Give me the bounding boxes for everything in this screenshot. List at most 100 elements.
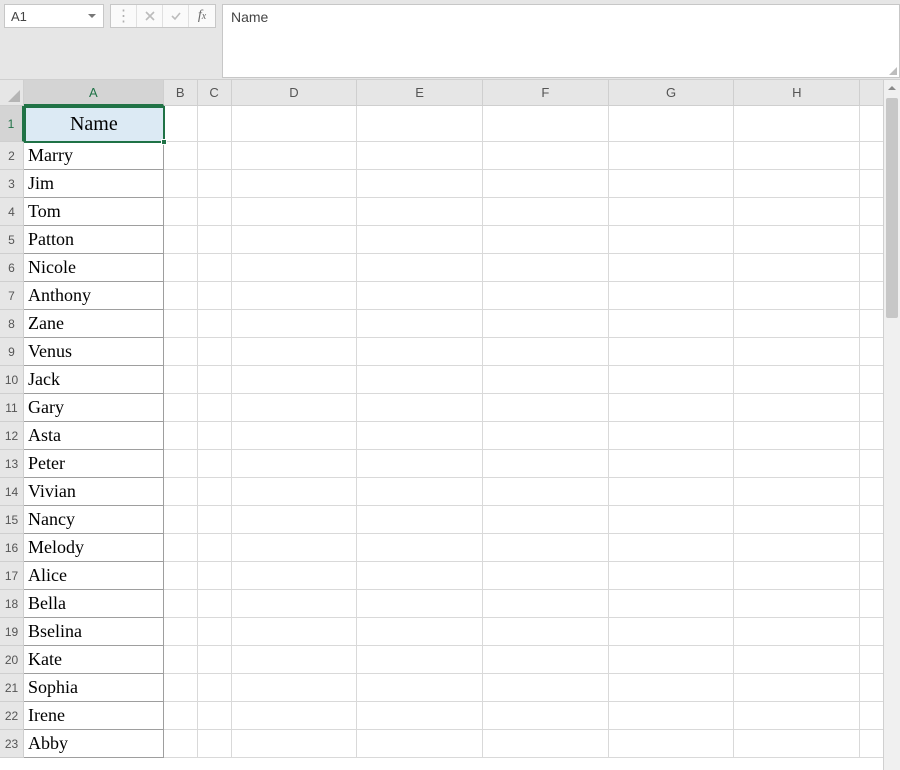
cell-B8[interactable] (164, 310, 198, 338)
cell-B2[interactable] (164, 142, 198, 170)
cell-D17[interactable] (232, 562, 358, 590)
row-header-1[interactable]: 1 (0, 106, 24, 142)
cell-A11[interactable]: Gary (24, 394, 164, 422)
cell-B16[interactable] (164, 534, 198, 562)
cell-A21[interactable]: Sophia (24, 674, 164, 702)
cell-C18[interactable] (198, 590, 232, 618)
column-header-D[interactable]: D (232, 80, 358, 105)
cell-D7[interactable] (232, 282, 358, 310)
cell-E20[interactable] (357, 646, 483, 674)
cell-H1[interactable] (734, 106, 860, 142)
insert-function-button[interactable]: fx (189, 5, 215, 27)
cell-D21[interactable] (232, 674, 358, 702)
cell-C4[interactable] (198, 198, 232, 226)
cell-G22[interactable] (609, 702, 735, 730)
cell-G6[interactable] (609, 254, 735, 282)
cell-G2[interactable] (609, 142, 735, 170)
cell-D11[interactable] (232, 394, 358, 422)
cell-G13[interactable] (609, 450, 735, 478)
cell-C12[interactable] (198, 422, 232, 450)
cell-C22[interactable] (198, 702, 232, 730)
cell-A5[interactable]: Patton (24, 226, 164, 254)
cell-A1[interactable]: Name (24, 106, 164, 142)
cell-F14[interactable] (483, 478, 609, 506)
cell-B14[interactable] (164, 478, 198, 506)
cell-G7[interactable] (609, 282, 735, 310)
formula-bar-resize-handle[interactable] (885, 63, 899, 77)
cell-D2[interactable] (232, 142, 358, 170)
cell-C16[interactable] (198, 534, 232, 562)
cell-E1[interactable] (357, 106, 483, 142)
cell-H10[interactable] (734, 366, 860, 394)
cell-C9[interactable] (198, 338, 232, 366)
cell-E5[interactable] (357, 226, 483, 254)
cell-B15[interactable] (164, 506, 198, 534)
cell-F22[interactable] (483, 702, 609, 730)
cell-F15[interactable] (483, 506, 609, 534)
cell-D3[interactable] (232, 170, 358, 198)
cell-D13[interactable] (232, 450, 358, 478)
cell-G1[interactable] (609, 106, 735, 142)
cell-D15[interactable] (232, 506, 358, 534)
name-box-dropdown-icon[interactable] (85, 9, 99, 23)
cell-H21[interactable] (734, 674, 860, 702)
cell-E22[interactable] (357, 702, 483, 730)
cell-A19[interactable]: Bselina (24, 618, 164, 646)
column-header-C[interactable]: C (198, 80, 232, 105)
row-header-17[interactable]: 17 (0, 562, 23, 590)
cell-G11[interactable] (609, 394, 735, 422)
cell-H19[interactable] (734, 618, 860, 646)
fill-handle[interactable] (161, 139, 167, 145)
cell-B20[interactable] (164, 646, 198, 674)
cell-A20[interactable]: Kate (24, 646, 164, 674)
cell-A17[interactable]: Alice (24, 562, 164, 590)
cell-C14[interactable] (198, 478, 232, 506)
cell-B7[interactable] (164, 282, 198, 310)
cell-H14[interactable] (734, 478, 860, 506)
cancel-formula-button[interactable] (137, 5, 163, 27)
cell-D4[interactable] (232, 198, 358, 226)
cell-H22[interactable] (734, 702, 860, 730)
cell-G12[interactable] (609, 422, 735, 450)
cell-A16[interactable]: Melody (24, 534, 164, 562)
cell-E19[interactable] (357, 618, 483, 646)
cell-C3[interactable] (198, 170, 232, 198)
cell-G8[interactable] (609, 310, 735, 338)
cell-G17[interactable] (609, 562, 735, 590)
cell-A4[interactable]: Tom (24, 198, 164, 226)
scrollbar-thumb[interactable] (886, 98, 898, 318)
cell-E3[interactable] (357, 170, 483, 198)
cell-C10[interactable] (198, 366, 232, 394)
cell-H5[interactable] (734, 226, 860, 254)
row-header-18[interactable]: 18 (0, 590, 23, 618)
cell-E10[interactable] (357, 366, 483, 394)
row-header-19[interactable]: 19 (0, 618, 23, 646)
cell-H17[interactable] (734, 562, 860, 590)
row-header-16[interactable]: 16 (0, 534, 23, 562)
cell-H16[interactable] (734, 534, 860, 562)
cell-E21[interactable] (357, 674, 483, 702)
cell-H9[interactable] (734, 338, 860, 366)
cell-H20[interactable] (734, 646, 860, 674)
cell-C15[interactable] (198, 506, 232, 534)
row-header-10[interactable]: 10 (0, 366, 23, 394)
cell-G9[interactable] (609, 338, 735, 366)
cell-C5[interactable] (198, 226, 232, 254)
cell-D14[interactable] (232, 478, 358, 506)
row-header-20[interactable]: 20 (0, 646, 23, 674)
cell-D16[interactable] (232, 534, 358, 562)
cell-F11[interactable] (483, 394, 609, 422)
cell-A12[interactable]: Asta (24, 422, 164, 450)
cell-B3[interactable] (164, 170, 198, 198)
cell-H6[interactable] (734, 254, 860, 282)
cell-F20[interactable] (483, 646, 609, 674)
cell-F3[interactable] (483, 170, 609, 198)
row-header-7[interactable]: 7 (0, 282, 23, 310)
cell-B19[interactable] (164, 618, 198, 646)
cell-A23[interactable]: Abby (24, 730, 164, 758)
enter-formula-button[interactable] (163, 5, 189, 27)
cell-A7[interactable]: Anthony (24, 282, 164, 310)
cell-H11[interactable] (734, 394, 860, 422)
row-header-23[interactable]: 23 (0, 730, 23, 758)
cell-G20[interactable] (609, 646, 735, 674)
